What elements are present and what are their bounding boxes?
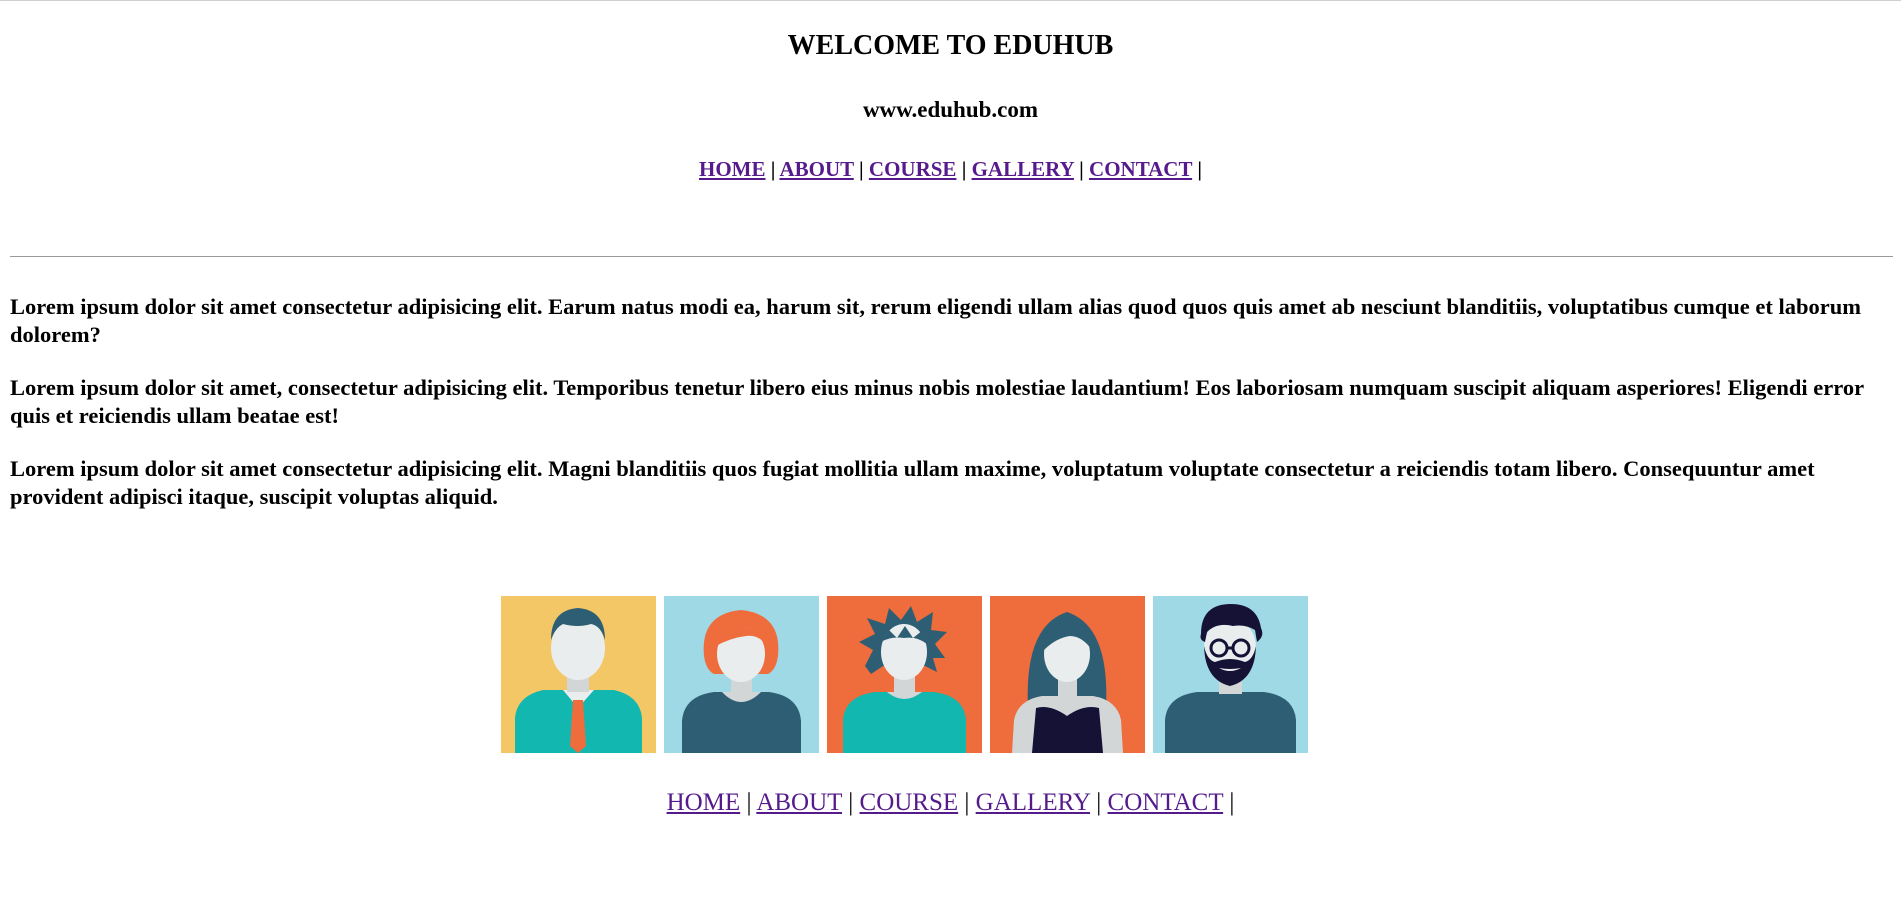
footer-link-course[interactable]: COURSE: [860, 789, 959, 816]
nav-link-contact[interactable]: CONTACT: [1089, 157, 1192, 181]
nav-separator: |: [1229, 789, 1235, 816]
long-haired-woman-avatar-icon: [990, 596, 1145, 753]
gallery-tile: [1153, 596, 1308, 753]
footer-link-gallery[interactable]: GALLERY: [976, 789, 1090, 816]
horizontal-divider: [10, 256, 1893, 257]
nav-separator: |: [1096, 789, 1102, 816]
gallery-tile: [501, 596, 656, 753]
bearded-man-with-glasses-avatar-icon: [1153, 596, 1308, 753]
avatar-gallery: [501, 596, 1311, 753]
nav-separator: |: [961, 157, 967, 181]
nav-link-course[interactable]: COURSE: [869, 157, 957, 181]
nav-separator: |: [1079, 157, 1084, 181]
nav-separator: |: [746, 789, 752, 816]
paragraph-1: Lorem ipsum dolor sit amet consectetur a…: [10, 294, 1862, 347]
nav-separator: |: [848, 789, 854, 816]
gallery-tile: [664, 596, 819, 753]
content-section: Lorem ipsum dolor sit amet consectetur a…: [10, 293, 1890, 536]
site-title: WELCOME TO EDUHUB: [787, 30, 1114, 61]
nav-link-gallery[interactable]: GALLERY: [972, 157, 1074, 181]
man-with-tie-avatar-icon: [501, 596, 656, 753]
nav-separator: |: [770, 157, 776, 181]
nav-separator: |: [964, 789, 970, 816]
gallery-tile: [827, 596, 982, 753]
red-haired-woman-avatar-icon: [664, 596, 819, 753]
footer-nav: HOME | ABOUT | COURSE | GALLERY | CONTAC…: [0, 788, 1901, 818]
gallery-tile: [990, 596, 1145, 753]
page: WELCOME TO EDUHUB www.eduhub.com HOME | …: [0, 0, 1901, 922]
nav-link-about[interactable]: ABOUT: [779, 157, 853, 181]
footer-link-contact[interactable]: CONTACT: [1108, 789, 1224, 816]
top-nav: HOME | ABOUT | COURSE | GALLERY | CONTAC…: [0, 156, 1901, 182]
paragraph-2: Lorem ipsum dolor sit amet, consectetur …: [10, 375, 1864, 428]
nav-separator: |: [859, 157, 864, 181]
footer-link-about[interactable]: ABOUT: [756, 789, 842, 816]
nav-link-home[interactable]: HOME: [699, 157, 766, 181]
site-url: www.eduhub.com: [862, 97, 1039, 122]
footer-link-home[interactable]: HOME: [667, 789, 741, 816]
nav-separator: |: [1197, 157, 1202, 181]
spiky-haired-person-avatar-icon: [827, 596, 982, 753]
paragraph-3: Lorem ipsum dolor sit amet consectetur a…: [10, 456, 1815, 509]
